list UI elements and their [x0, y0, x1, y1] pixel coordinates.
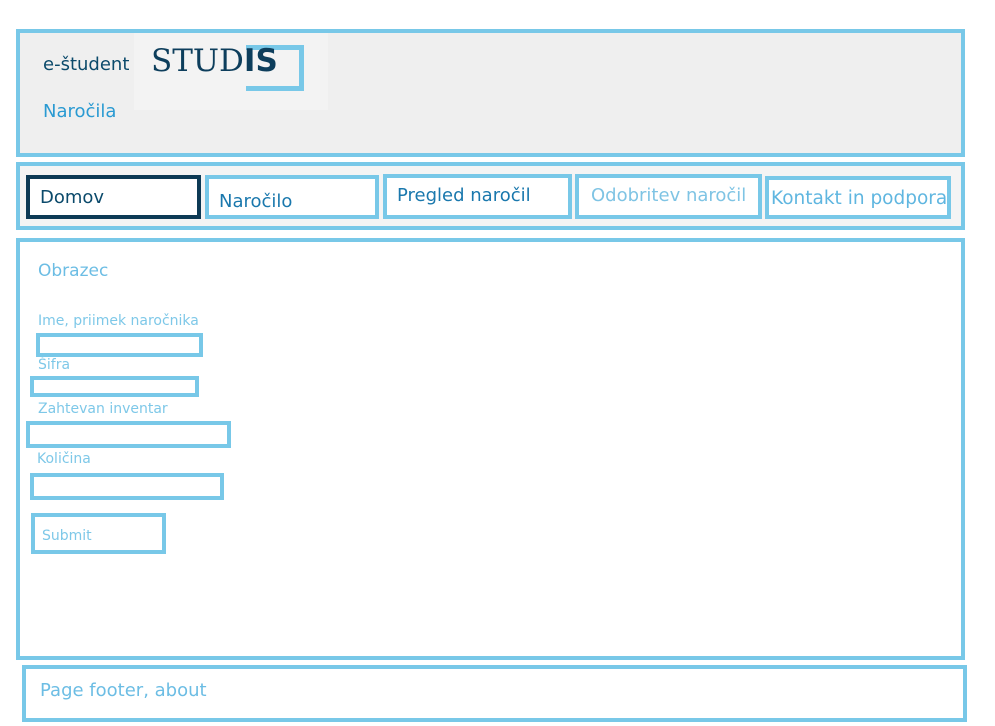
- form-title: Obrazec: [38, 261, 109, 281]
- tab-order[interactable]: Naročilo: [205, 175, 379, 219]
- submit-button[interactable]: Submit: [31, 513, 166, 554]
- quantity-input[interactable]: [30, 473, 224, 500]
- app-title: e-študent: [43, 54, 130, 75]
- footer-text: Page footer, about: [40, 680, 207, 701]
- tab-contact-support[interactable]: Kontakt in podpora: [765, 176, 951, 219]
- customer-name-label: Ime, priimek naročnika: [38, 313, 199, 329]
- code-input[interactable]: [30, 376, 199, 397]
- requested-inventory-input[interactable]: [26, 421, 231, 448]
- studis-logo[interactable]: STUDIS: [134, 33, 328, 110]
- requested-inventory-label: Zahtevan inventar: [38, 401, 168, 417]
- page-subtitle: Naročila: [43, 101, 117, 122]
- code-label: Šifra: [38, 357, 71, 373]
- main-content: [16, 238, 965, 660]
- customer-name-input[interactable]: [36, 333, 203, 357]
- tab-home[interactable]: Domov: [26, 175, 201, 219]
- quantity-label: Količina: [37, 451, 91, 467]
- logo-text: STUDIS: [151, 43, 278, 79]
- tab-order-overview[interactable]: Pregled naročil: [383, 174, 572, 219]
- tab-order-approval[interactable]: Odobritev naročil: [575, 174, 762, 219]
